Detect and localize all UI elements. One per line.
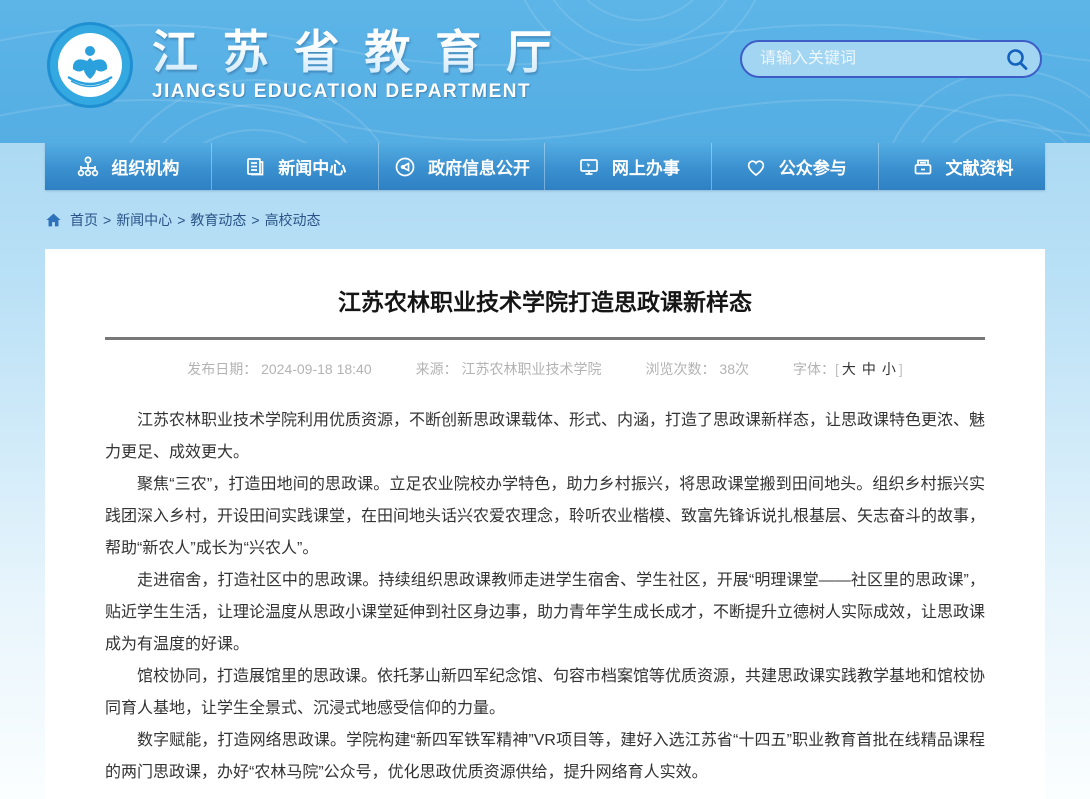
jiangsu-education-emblem [46,21,134,109]
publish-date-label: 发布日期： [187,361,257,377]
bracket-close: ] [899,361,903,377]
view-count-label: 浏览次数： [646,361,716,377]
publish-date: 发布日期： 2024-09-18 18:40 [187,359,371,379]
article-meta: 发布日期： 2024-09-18 18:40 来源： 江苏农林职业技术学院 浏览… [105,359,985,379]
breadcrumb-item-home[interactable]: 首页 [70,210,98,230]
article-paragraph: 馆校协同，打造展馆里的思政课。依托茅山新四军纪念馆、句容市档案馆等优质资源，共建… [105,661,985,725]
article-body: 江苏农林职业技术学院利用优质资源，不断创新思政课载体、形式、内涵，打造了思政课新… [105,405,985,789]
nav-label: 网上办事 [612,154,680,179]
heart-icon [744,155,768,179]
nav-label: 政府信息公开 [428,154,530,179]
source-value: 江苏农林职业技术学院 [462,361,602,377]
breadcrumb-separator: > [103,212,111,228]
font-size-small-button[interactable]: 小 [879,361,899,377]
nav-item-public-participation[interactable]: 公众参与 [712,143,879,190]
breadcrumb-item-news-center[interactable]: 新闻中心 [116,210,172,230]
nav-item-online-services[interactable]: 网上办事 [545,143,712,190]
view-count-value: 38次 [719,361,749,377]
font-size-large-button[interactable]: 大 [839,361,859,377]
site-title: 江 苏 省 教 育 厅 [152,27,558,78]
nav-item-organization[interactable]: 组织机构 [45,143,212,190]
publish-date-value: 2024-09-18 18:40 [261,361,372,377]
article-paragraph: 聚焦“三农”，打造田地间的思政课。立足农业院校办学特色，助力乡村振兴，将思政课堂… [105,469,985,565]
home-icon [45,212,62,228]
search-icon [1004,46,1030,72]
page: 江 苏 省 教 育 厅 JIANGSU EDUCATION DEPARTMENT [0,0,1090,799]
news-doc-icon [243,155,267,179]
nav-label: 公众参与 [779,154,847,179]
archive-drawer-icon [911,155,935,179]
nav-label: 新闻中心 [278,154,346,179]
source-label: 来源： [416,361,458,377]
site-subtitle: JIANGSU EDUCATION DEPARTMENT [152,81,558,103]
view-count: 浏览次数： 38次 [646,359,749,379]
article-paragraph: 数字赋能，打造网络思政课。学院构建“新四军铁军精神”VR项目等，建好入选江苏省“… [105,725,985,789]
site-header: 江 苏 省 教 育 厅 JIANGSU EDUCATION DEPARTMENT [0,0,1090,143]
nav-label: 文献资料 [946,154,1014,179]
article-title: 江苏农林职业技术学院打造思政课新样态 [105,287,985,317]
search-box [740,40,1042,78]
font-size-medium-button[interactable]: 中 [859,361,879,377]
nav-item-gov-info-disclosure[interactable]: 政府信息公开 [379,143,546,190]
info-disclosure-icon [393,155,417,179]
font-size-label: 字体： [793,361,835,377]
main-nav: 组织机构 新闻中心 政府信息公开 网上办事 [45,143,1045,190]
nav-label: 组织机构 [111,154,179,179]
article-paragraph: 走进宿舍，打造社区中的思政课。持续组织思政课教师走进学生宿舍、学生社区，开展“明… [105,565,985,661]
font-size-control: 字体：[大中小] [793,359,903,379]
title-divider [105,337,985,340]
breadcrumb-item-education-news[interactable]: 教育动态 [190,210,246,230]
search-input[interactable] [760,50,1002,68]
breadcrumb-separator: > [177,212,185,228]
breadcrumb-separator: > [251,212,259,228]
nav-item-news-center[interactable]: 新闻中心 [212,143,379,190]
breadcrumb-item-university-news[interactable]: 高校动态 [265,210,321,230]
article-paragraph: 江苏农林职业技术学院利用优质资源，不断创新思政课载体、形式、内涵，打造了思政课新… [105,405,985,469]
org-chart-icon [76,155,100,179]
online-service-monitor-icon [577,155,601,179]
source: 来源： 江苏农林职业技术学院 [416,359,602,379]
nav-item-documents[interactable]: 文献资料 [879,143,1045,190]
breadcrumb: 首页 > 新闻中心 > 教育动态 > 高校动态 [45,190,1045,249]
search-button[interactable] [1002,44,1032,74]
article-card: 江苏农林职业技术学院打造思政课新样态 发布日期： 2024-09-18 18:4… [45,249,1045,799]
